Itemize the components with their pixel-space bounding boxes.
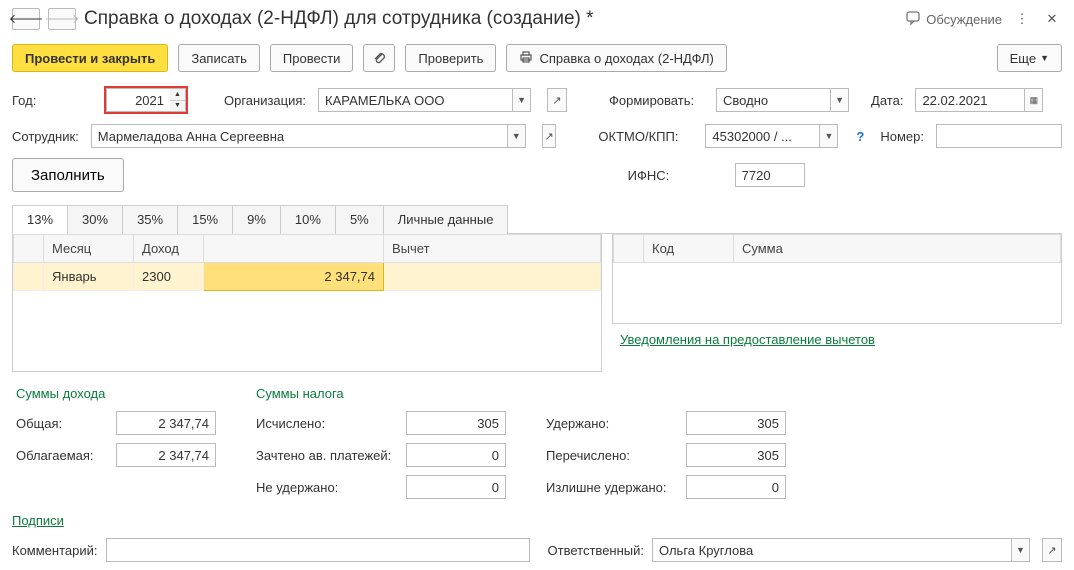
comment-input[interactable] — [106, 538, 530, 562]
org-label: Организация: — [224, 93, 306, 108]
number-input[interactable] — [936, 124, 1062, 148]
save-button[interactable]: Записать — [178, 44, 260, 72]
post-and-close-button[interactable]: Провести и закрыть — [12, 44, 168, 72]
discuss-icon — [906, 11, 922, 28]
ifns-input[interactable] — [735, 163, 805, 187]
attach-button[interactable] — [363, 44, 395, 72]
tab-30[interactable]: 30% — [67, 205, 123, 234]
income-totals-title: Суммы дохода — [16, 386, 216, 401]
cell-code: 2300 — [134, 263, 204, 291]
col-ded-code: Код — [644, 235, 734, 263]
trans-label: Перечислено: — [546, 448, 676, 463]
cell-amount[interactable]: 2 347,74 — [204, 263, 384, 291]
responsible-open[interactable]: ↗ — [1042, 538, 1062, 562]
year-spin-up[interactable]: ▲ — [170, 89, 185, 101]
back-button[interactable]: 🡐 — [12, 8, 40, 30]
tab-13[interactable]: 13% — [12, 205, 68, 234]
rate-tabs: 13% 30% 35% 15% 9% 10% 5% Личные данные — [12, 204, 1062, 234]
form-mode-input[interactable] — [716, 88, 831, 112]
held-label: Удержано: — [546, 416, 676, 431]
emp-label: Сотрудник: — [12, 129, 79, 144]
paperclip-icon — [372, 50, 386, 67]
oktmo-input[interactable] — [705, 124, 820, 148]
date-picker[interactable]: ▦ — [1025, 88, 1043, 112]
kebab-menu[interactable]: ⋮ — [1012, 10, 1032, 28]
over-label: Излишне удержано: — [546, 480, 676, 495]
calc-label: Исчислено: — [256, 416, 396, 431]
responsible-input[interactable] — [652, 538, 1012, 562]
forward-button[interactable]: 🡒 — [48, 8, 76, 30]
emp-input[interactable] — [91, 124, 508, 148]
oktmo-dropdown[interactable]: ▼ — [820, 124, 838, 148]
signatures-link[interactable]: Подписи — [12, 513, 64, 528]
tab-15[interactable]: 15% — [177, 205, 233, 234]
calendar-icon: ▦ — [1030, 95, 1039, 106]
tab-5[interactable]: 5% — [335, 205, 384, 234]
tax-totals-title: Суммы налога — [256, 386, 506, 401]
oktmo-help[interactable]: ? — [856, 129, 864, 144]
deductions-panel: Код Сумма Уведомления на предоставление … — [612, 234, 1062, 372]
emp-open[interactable]: ↗ — [542, 124, 557, 148]
org-open[interactable]: ↗ — [547, 88, 567, 112]
col-deduction: Вычет — [384, 235, 601, 263]
cell-month: Январь — [44, 263, 134, 291]
emp-dropdown[interactable]: ▼ — [508, 124, 526, 148]
taxable-input[interactable] — [116, 443, 216, 467]
date-input[interactable] — [915, 88, 1025, 112]
tab-10[interactable]: 10% — [280, 205, 336, 234]
check-button[interactable]: Проверить — [405, 44, 496, 72]
chevron-down-icon: ▼ — [1040, 53, 1049, 63]
number-label: Номер: — [880, 129, 924, 144]
col-month: Месяц — [44, 235, 134, 263]
income-grid-panel: Месяц Доход Вычет Январь 2300 2 347,74 — [12, 234, 602, 372]
responsible-label: Ответственный: — [548, 543, 644, 558]
printer-icon — [519, 50, 533, 67]
over-input[interactable] — [686, 475, 786, 499]
col-income-code: Доход — [134, 235, 204, 263]
notheld-label: Не удержано: — [256, 480, 396, 495]
tab-35[interactable]: 35% — [122, 205, 178, 234]
page-title: Справка о доходах (2-НДФЛ) для сотрудник… — [84, 8, 898, 30]
income-grid-body[interactable] — [13, 291, 601, 371]
adv-label: Зачтено ав. платежей: — [256, 448, 396, 463]
org-dropdown[interactable]: ▼ — [513, 88, 531, 112]
comment-label: Комментарий: — [12, 543, 98, 558]
more-button[interactable]: Еще ▼ — [997, 44, 1062, 72]
deduction-notifications-link[interactable]: Уведомления на предоставление вычетов — [620, 332, 875, 347]
held-input[interactable] — [686, 411, 786, 435]
deductions-grid[interactable]: Код Сумма — [613, 234, 1061, 263]
date-label: Дата: — [871, 93, 903, 108]
responsible-dropdown[interactable]: ▼ — [1012, 538, 1030, 562]
form-mode-dropdown[interactable]: ▼ — [831, 88, 849, 112]
col-blank — [14, 235, 44, 263]
deductions-grid-body[interactable] — [613, 263, 1061, 323]
form-mode-label: Формировать: — [609, 93, 704, 108]
close-button[interactable]: ✕ — [1042, 10, 1062, 28]
year-field-highlight: ▲ ▼ — [104, 86, 188, 114]
tab-9[interactable]: 9% — [232, 205, 281, 234]
year-label: Год: — [12, 93, 92, 108]
calc-input[interactable] — [406, 411, 506, 435]
col-income-amount — [204, 235, 384, 263]
fill-button[interactable]: Заполнить — [12, 158, 124, 192]
income-row[interactable]: Январь 2300 2 347,74 — [14, 263, 601, 291]
total-label: Общая: — [16, 416, 106, 431]
notheld-input[interactable] — [406, 475, 506, 499]
cell-deduct — [384, 263, 601, 291]
oktmo-label: ОКТМО/КПП: — [598, 129, 693, 144]
income-grid[interactable]: Месяц Доход Вычет Январь 2300 2 347,74 — [13, 234, 601, 291]
year-spin-down[interactable]: ▼ — [170, 101, 185, 112]
post-button[interactable]: Провести — [270, 44, 354, 72]
col-ded-sum: Сумма — [734, 235, 1061, 263]
discuss-button[interactable]: Обсуждение — [906, 11, 1002, 28]
total-input[interactable] — [116, 411, 216, 435]
tab-personal[interactable]: Личные данные — [383, 205, 509, 234]
trans-input[interactable] — [686, 443, 786, 467]
print-cert-button[interactable]: Справка о доходах (2-НДФЛ) — [506, 44, 726, 72]
org-input[interactable] — [318, 88, 513, 112]
ifns-label: ИФНС: — [628, 168, 723, 183]
year-input[interactable] — [106, 88, 170, 112]
adv-input[interactable] — [406, 443, 506, 467]
taxable-label: Облагаемая: — [16, 448, 106, 463]
